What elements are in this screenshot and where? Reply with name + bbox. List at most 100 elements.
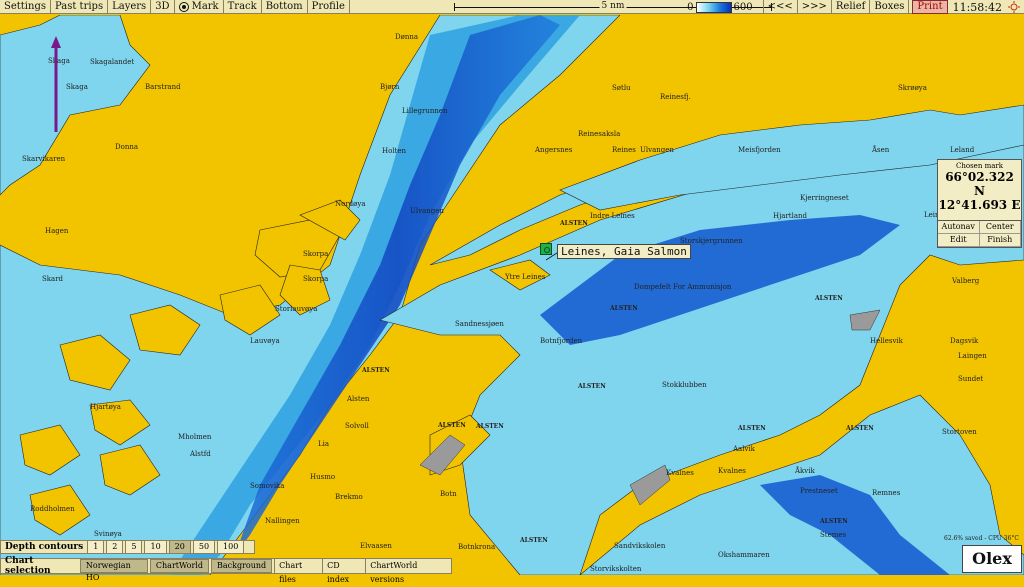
place-name: Dønna bbox=[395, 33, 419, 41]
contour-option-2[interactable]: 2 bbox=[106, 540, 124, 554]
place-name: Laingen bbox=[958, 352, 987, 360]
place-name: Barstrand bbox=[145, 83, 181, 91]
profile-button[interactable]: Profile bbox=[308, 0, 350, 14]
contour-option-20[interactable]: 20 bbox=[168, 540, 191, 554]
latitude-value: 66°02.322 N bbox=[945, 170, 1014, 198]
norwegian-ho-button[interactable]: Norwegian HO bbox=[79, 559, 148, 582]
place-name: Lillegrunnen bbox=[402, 107, 448, 115]
place-name: Elvaasen bbox=[360, 542, 392, 550]
chart-files-button[interactable]: Chart files bbox=[274, 559, 322, 584]
boxes-button[interactable]: Boxes bbox=[870, 0, 910, 14]
place-name: Leland bbox=[950, 146, 975, 154]
place-name: Søtlu bbox=[612, 84, 631, 92]
place-name: Botnkrona bbox=[458, 543, 496, 551]
center-button[interactable]: Center bbox=[979, 221, 1021, 234]
place-name: Dompefelt For Ammunisjon bbox=[634, 283, 732, 291]
chosen-mark-title: Chosen mark bbox=[956, 162, 1003, 170]
mark-icon[interactable] bbox=[540, 243, 552, 255]
olex-logo: Olex bbox=[962, 545, 1022, 573]
region-tag: ALSTEN bbox=[738, 425, 766, 432]
toolbar-right: 0 600 <<< >>> Relief Boxes Print 11:58:4… bbox=[687, 0, 1024, 14]
legend-min: 0 bbox=[687, 1, 694, 13]
place-name: Hjartland bbox=[773, 212, 808, 220]
place-name: Skorpa bbox=[303, 250, 329, 258]
print-button[interactable]: Print bbox=[912, 0, 948, 14]
place-name: Hagen bbox=[45, 227, 69, 235]
status-text: 62.6% saved - CPU 36°C bbox=[944, 535, 1019, 542]
target-icon bbox=[178, 1, 189, 12]
chart-selection-label: Chart selection bbox=[5, 556, 51, 576]
place-name: Lia bbox=[318, 440, 330, 448]
place-name: Husmo bbox=[310, 473, 336, 481]
place-name: Reinesaksla bbox=[578, 130, 621, 138]
settings-button[interactable]: Settings bbox=[0, 0, 51, 14]
place-name: Skard bbox=[42, 275, 64, 283]
place-name: Reines bbox=[612, 146, 636, 154]
place-name: Aalvik bbox=[733, 445, 755, 453]
background-button[interactable]: Background bbox=[211, 559, 273, 573]
relief-button[interactable]: Relief bbox=[832, 0, 871, 14]
place-name: Valberg bbox=[952, 277, 980, 285]
bottom-button[interactable]: Bottom bbox=[262, 0, 308, 14]
place-name: Nallingen bbox=[265, 517, 300, 525]
place-name: Dagsvik bbox=[950, 337, 979, 345]
cd-index-button[interactable]: CD index bbox=[322, 559, 365, 584]
place-name: Skrøøya bbox=[898, 84, 927, 92]
layers-button[interactable]: Layers bbox=[108, 0, 152, 14]
contour-option-100[interactable]: 100 bbox=[217, 540, 245, 554]
mark-label[interactable]: Leines, Gaia Salmon bbox=[557, 244, 691, 259]
finish-button[interactable]: Finish bbox=[979, 234, 1021, 247]
place-name: Kjerringneset bbox=[800, 194, 849, 202]
place-name: Donna bbox=[115, 143, 139, 151]
place-name: Storvikskolten bbox=[590, 565, 642, 573]
chartworld-versions-button[interactable]: ChartWorld versions bbox=[365, 559, 451, 584]
place-name: Skarvikaren bbox=[22, 155, 66, 163]
place-name: Skagalandet bbox=[90, 58, 135, 66]
mark-button[interactable]: Mark bbox=[175, 0, 224, 14]
depth-contours-panel: Depth contours 1 2 5 10 20 50 100 bbox=[0, 540, 255, 554]
place-name: Kvalnes bbox=[666, 469, 694, 477]
place-name: Stortoven bbox=[942, 428, 977, 436]
chartworld-button[interactable]: ChartWorld bbox=[149, 559, 209, 573]
place-name: Åsen bbox=[872, 146, 890, 154]
place-name: Sandnessjøen bbox=[455, 320, 504, 328]
legend-max: 600 bbox=[733, 1, 753, 13]
place-name: Holten bbox=[382, 147, 407, 155]
region-tag: ALSTEN bbox=[820, 518, 848, 525]
region-tag: ALSTEN bbox=[815, 295, 843, 302]
past-trips-button[interactable]: Past trips bbox=[51, 0, 109, 14]
chosen-mark-panel: Chosen mark 66°02.322 N 12°41.693 E Auto… bbox=[937, 159, 1022, 248]
region-tag: ALSTEN bbox=[476, 423, 504, 430]
chart-selection-panel: Chart selection Norwegian HO ChartWorld … bbox=[0, 556, 452, 584]
track-button[interactable]: Track bbox=[224, 0, 262, 14]
edit-button[interactable]: Edit bbox=[938, 234, 980, 247]
chart-canvas[interactable] bbox=[0, 15, 1024, 575]
place-name: Hjartøya bbox=[90, 403, 121, 411]
place-name: Remnes bbox=[872, 489, 901, 497]
contour-option-50[interactable]: 50 bbox=[192, 540, 216, 554]
place-name: Somovika bbox=[250, 482, 285, 490]
place-name: Indre Leines bbox=[590, 212, 635, 220]
region-tag: ALSTEN bbox=[578, 383, 606, 390]
autonav-button[interactable]: Autonav bbox=[938, 221, 980, 234]
place-name: Storlauvøya bbox=[275, 305, 318, 313]
place-name: Alsten bbox=[347, 395, 370, 403]
chosen-mark-buttons: Autonav Center Edit Finish bbox=[938, 220, 1021, 247]
back-button[interactable]: <<< bbox=[762, 0, 798, 14]
place-name: Åkvik bbox=[795, 467, 815, 475]
nautical-chart[interactable]: Skagalandet Skaga Barstrand Donna Hagen Skard… bbox=[0, 15, 1024, 575]
sun-icon[interactable] bbox=[1008, 1, 1020, 13]
forward-button[interactable]: >>> bbox=[798, 0, 832, 14]
clock: 11:58:42 bbox=[952, 0, 1002, 14]
place-name: Prestneset bbox=[800, 487, 838, 495]
3d-button[interactable]: 3D bbox=[151, 0, 175, 14]
contour-option-5[interactable]: 5 bbox=[125, 540, 143, 554]
place-name: Skaga bbox=[66, 83, 88, 91]
place-name: Nordøya bbox=[335, 200, 366, 208]
depth-contours-label: Depth contours bbox=[5, 542, 84, 552]
contour-option-1[interactable]: 1 bbox=[87, 540, 105, 554]
place-name: Botn bbox=[440, 490, 457, 498]
place-name: Ulvangen bbox=[640, 146, 674, 154]
top-toolbar: Settings Past trips Layers 3D Mark Track… bbox=[0, 0, 1024, 14]
contour-option-10[interactable]: 10 bbox=[144, 540, 167, 554]
